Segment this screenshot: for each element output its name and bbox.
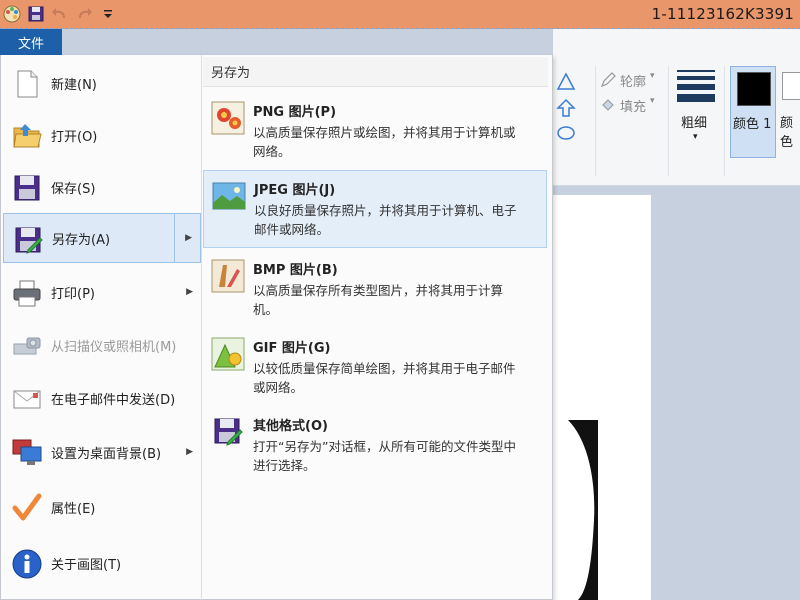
callout-shape-icon[interactable] bbox=[556, 124, 576, 144]
submenu-arrow-icon: ▶ bbox=[185, 233, 192, 243]
menu-item-print[interactable]: 打印(P) ▶ bbox=[3, 267, 201, 317]
save-as-png[interactable]: PNG 图片(P) 以高质量保存照片或绘图，并将其用于计算机或网络。 bbox=[203, 93, 547, 171]
fill-bucket-icon bbox=[602, 99, 614, 111]
redo-icon[interactable] bbox=[74, 4, 94, 24]
color1-label: 颜色 1 bbox=[733, 117, 772, 132]
menu-item-new[interactable]: 新建(N) bbox=[3, 58, 201, 108]
menu-item-save-as[interactable]: 另存为(A) ▶ bbox=[3, 213, 201, 263]
gif-image-icon bbox=[211, 337, 245, 371]
fill-dropdown-icon[interactable]: ▾ bbox=[650, 96, 655, 106]
color1-swatch bbox=[737, 72, 771, 106]
jpeg-image-icon bbox=[212, 182, 246, 210]
menu-item-set-desktop-background[interactable]: 设置为桌面背景(B) ▶ bbox=[3, 427, 201, 477]
ribbon-separator bbox=[724, 66, 725, 176]
printer-icon bbox=[13, 280, 41, 307]
new-doc-icon bbox=[17, 70, 38, 98]
save-as-panel: 另存为 PNG 图片(P) 以高质量保存照片或绘图，并将其用于计算机或网络。 J… bbox=[203, 55, 553, 600]
thickness-icon[interactable] bbox=[677, 70, 715, 106]
menu-item-about-paint[interactable]: 关于画图(T) bbox=[3, 538, 201, 588]
save-as-icon bbox=[15, 227, 43, 254]
open-folder-icon bbox=[13, 124, 42, 148]
ribbon-separator bbox=[595, 66, 596, 176]
info-icon bbox=[12, 549, 42, 579]
bmp-image-icon bbox=[211, 259, 245, 293]
png-image-icon bbox=[211, 101, 245, 135]
submenu-arrow-icon: ▶ bbox=[186, 287, 193, 297]
save-icon[interactable] bbox=[26, 4, 46, 24]
email-icon bbox=[13, 390, 41, 409]
outline-dropdown-icon[interactable]: ▾ bbox=[650, 71, 655, 81]
desktop-icon bbox=[12, 439, 42, 465]
quick-access-toolbar bbox=[2, 4, 118, 24]
shapes-gallery[interactable] bbox=[556, 72, 592, 150]
fill-button[interactable]: 填充 bbox=[620, 96, 646, 115]
outline-pen-icon bbox=[600, 72, 616, 88]
color2-swatch[interactable] bbox=[782, 72, 800, 100]
submenu-arrow-icon: ▶ bbox=[186, 447, 193, 457]
scanner-icon bbox=[13, 337, 41, 355]
save-as-gif[interactable]: GIF 图片(G) 以较低质量保存简单绘图，并将其用于电子邮件或网络。 bbox=[203, 329, 547, 407]
save-as-bmp[interactable]: BMP 图片(B) 以高质量保存所有类型图片，并将其用于计算机。 bbox=[203, 251, 547, 329]
menu-item-scanner: 从扫描仪或照相机(M) bbox=[3, 320, 201, 370]
outline-button[interactable]: 轮廓 bbox=[620, 71, 646, 90]
menu-item-save[interactable]: 保存(S) bbox=[3, 162, 201, 212]
arrow-up-shape-icon[interactable] bbox=[556, 98, 576, 118]
customize-toolbar-icon[interactable] bbox=[98, 4, 118, 24]
menu-item-send-email[interactable]: 在电子邮件中发送(D) bbox=[3, 373, 201, 423]
paint-app-icon[interactable] bbox=[2, 4, 22, 24]
file-tab[interactable]: 文件 bbox=[0, 29, 62, 55]
save-as-jpeg[interactable]: JPEG 图片(J) 以良好质量保存照片，并将其用于计算机、电子邮件或网络。 bbox=[203, 170, 547, 248]
thickness-dropdown-icon[interactable]: ▾ bbox=[693, 132, 698, 142]
ribbon-separator bbox=[668, 66, 669, 176]
color1-button[interactable]: 颜色 1 bbox=[730, 66, 776, 158]
save-as-heading: 另存为 bbox=[203, 57, 548, 87]
other-formats-icon bbox=[214, 418, 243, 446]
undo-icon[interactable] bbox=[50, 4, 70, 24]
file-menu-commands: 新建(N) 打开(O) 保存(S) 另存为(A) ▶ 打印(P) ▶ 从扫描仪或… bbox=[1, 55, 202, 600]
file-menu: 新建(N) 打开(O) 保存(S) 另存为(A) ▶ 打印(P) ▶ 从扫描仪或… bbox=[0, 55, 553, 600]
save-as-other-formats[interactable]: 其他格式(O) 打开“另存为”对话框，从所有可能的文件类型中进行选择。 bbox=[203, 407, 547, 485]
color2-label[interactable]: 颜色 bbox=[780, 112, 800, 150]
save-icon bbox=[14, 175, 40, 201]
checkmark-icon bbox=[12, 493, 42, 521]
canvas-image-fragment bbox=[568, 420, 598, 600]
thickness-button[interactable]: 粗细 bbox=[681, 112, 707, 131]
menu-item-open[interactable]: 打开(O) bbox=[3, 110, 201, 160]
window-title: 1-11123162K3391 bbox=[651, 5, 794, 23]
triangle-shape-icon[interactable] bbox=[556, 72, 576, 92]
menu-item-properties[interactable]: 属性(E) bbox=[3, 482, 201, 532]
title-bar: 1-11123162K3391 bbox=[0, 0, 800, 29]
